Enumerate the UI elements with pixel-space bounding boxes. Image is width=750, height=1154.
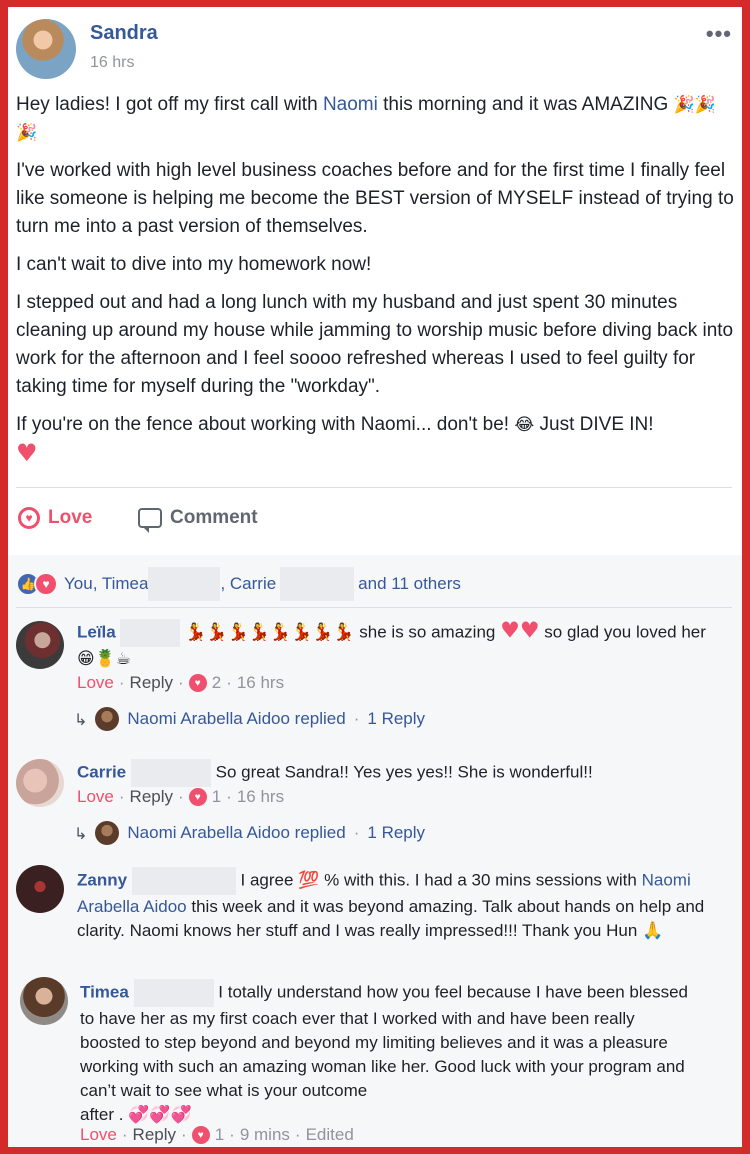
commenter-avatar[interactable] [16,865,64,913]
reaction-count[interactable]: 1 [215,1125,224,1145]
edited-label[interactable]: Edited [306,1125,354,1145]
post-paragraph-4: I stepped out and had a long lunch with … [16,292,734,397]
love-reaction-icon: ♥ [34,572,58,596]
heart-emoji: ♥♥ [500,618,540,644]
love-reaction-icon: ♥ [188,674,207,692]
reactions-summary[interactable]: 👍 ♥ You, Timea , Carrie and 11 others [16,567,461,601]
reply-arrow-icon: ↳ [74,709,88,729]
commenter-name[interactable]: Leïla [77,622,116,641]
redacted-name [148,567,221,601]
replies-link[interactable]: ↳ Naomi Arabella Aidoo replied · 1 Reply [74,821,425,845]
redacted-name [133,979,214,1007]
comment-timestamp[interactable]: 9 mins [240,1125,290,1145]
replies-link[interactable]: ↳ Naomi Arabella Aidoo replied · 1 Reply [74,707,425,731]
post-card: Sandra 16 hrs ••• Hey ladies! I got off … [8,7,742,1147]
comment-timestamp[interactable]: 16 hrs [237,673,284,693]
love-button[interactable]: ♥ Love [18,507,92,529]
comment-love-link[interactable]: Love [77,673,114,693]
divider [16,607,732,608]
heart-icon: ♥ [18,507,40,529]
redacted-name [130,759,211,787]
redacted-name [131,867,236,895]
praying-hands-emoji: 🙏 [642,921,664,941]
reaction-count[interactable]: 2 [212,673,221,693]
replier-avatar [95,707,120,731]
commenter-avatar[interactable] [20,977,68,1025]
post-body: Hey ladies! I got off my first call with… [16,91,736,480]
comment-icon [138,508,162,533]
heart-emoji: ♥ [16,439,38,467]
laughing-emoji: 😂 [514,415,535,435]
author-name[interactable]: Sandra [90,22,158,45]
post-paragraph-2: I've worked with high level business coa… [16,160,734,237]
hundred-points-emoji: 💯 [298,870,320,891]
reply-arrow-icon: ↳ [74,823,88,843]
love-reaction-icon: ♥ [191,1126,210,1144]
comment-love-link[interactable]: Love [80,1125,117,1145]
commenter-name[interactable]: Timea [80,982,129,1001]
comment-reply-link[interactable]: Reply [130,787,173,807]
more-options-icon[interactable]: ••• [706,21,732,47]
commenter-name[interactable]: Zanny [77,870,127,889]
comment-love-link[interactable]: Love [77,787,114,807]
post-paragraph-3: I can't wait to dive into my homework no… [16,254,372,275]
commenter-name[interactable]: Carrie [77,762,126,781]
redacted-name [120,619,181,647]
post-timestamp[interactable]: 16 hrs [90,54,134,72]
commenter-avatar[interactable] [16,621,64,669]
grin-emoji: 😁🍍☕ [77,649,132,669]
love-reaction-icon: ♥ [188,788,207,806]
revolving-hearts-emoji: 💞💞💞 [128,1105,192,1125]
replier-avatar [95,821,120,845]
reaction-count[interactable]: 1 [212,787,221,807]
comment-timestamp[interactable]: 16 hrs [237,787,284,807]
comment-reply-link[interactable]: Reply [133,1125,176,1145]
commenter-avatar[interactable] [16,759,64,807]
mention-naomi[interactable]: Naomi [323,94,378,115]
comment-reply-link[interactable]: Reply [130,673,173,693]
author-avatar[interactable] [16,19,76,79]
redacted-name [280,567,355,601]
dancer-emoji: 💃💃💃💃💃💃💃💃 [185,622,355,643]
post-paragraph-1: Hey ladies! I got off my first call with… [16,94,716,143]
divider [16,487,732,488]
comment-button[interactable]: Comment [138,507,258,533]
post-paragraph-5: If you're on the fence about working wit… [16,414,654,467]
